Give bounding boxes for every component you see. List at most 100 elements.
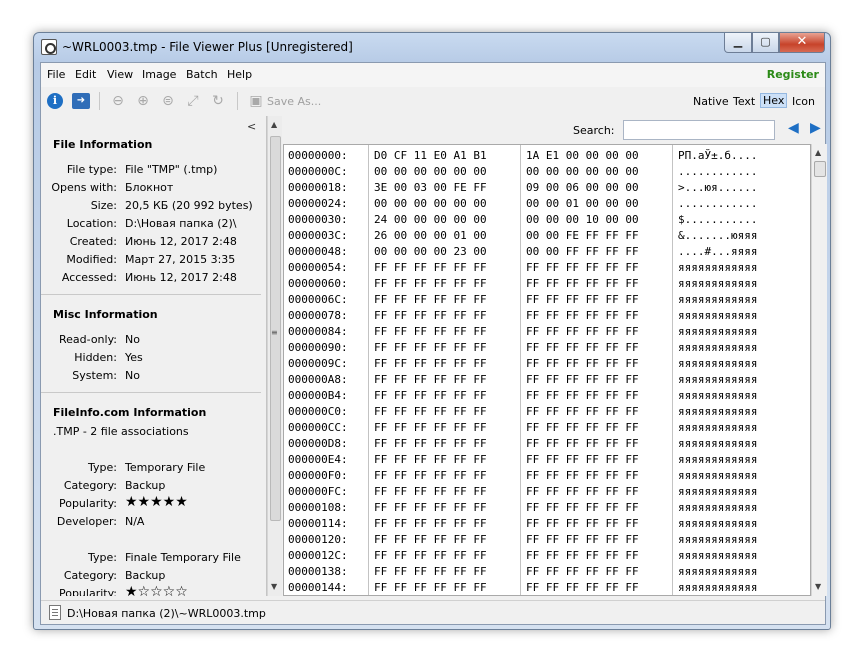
hex-ascii: яяяяяяяяяяяя	[678, 501, 758, 514]
hex-row[interactable]: 000000E4: FF FF FF FF FF FF FF FF FF FF FF…	[284, 453, 810, 469]
save-as-button[interactable]: Save As...	[267, 95, 321, 108]
toolbar: i ➜ ⊖ ⊕ ⊜ ⤢ ↻ ▣ Save As... Native Text H…	[41, 87, 825, 115]
hex-row[interactable]: 00000114: FF FF FF FF FF FF FF FF FF FF FF…	[284, 517, 810, 533]
hex-bytes: FF FF FF FF FF FF	[526, 293, 639, 306]
scroll-up-icon[interactable]: ▲	[271, 120, 277, 129]
hex-row[interactable]: 000000B4: FF FF FF FF FF FF FF FF FF FF FF…	[284, 389, 810, 405]
hex-row[interactable]: 00000108: FF FF FF FF FF FF FF FF FF FF FF…	[284, 501, 810, 517]
hex-row[interactable]: 00000000: D0 CF 11 E0 A1 B1 1A E1 00 00 00…	[284, 149, 810, 165]
actual-size-icon[interactable]: ⊜	[159, 93, 177, 109]
hex-row[interactable]: 000000CC: FF FF FF FF FF FF FF FF FF FF FF…	[284, 421, 810, 437]
info-value: Блокнот	[125, 181, 174, 194]
hex-row[interactable]: 00000060: FF FF FF FF FF FF FF FF FF FF FF…	[284, 277, 810, 293]
info-label: Type:	[88, 461, 117, 474]
hex-row[interactable]: 000000A8: FF FF FF FF FF FF FF FF FF FF FF…	[284, 373, 810, 389]
hex-ascii: яяяяяяяяяяяя	[678, 485, 758, 498]
minimize-button[interactable]: ▁	[724, 33, 752, 53]
hex-row[interactable]: 000000D8: FF FF FF FF FF FF FF FF FF FF FF…	[284, 437, 810, 453]
hex-row[interactable]: 0000012C: FF FF FF FF FF FF FF FF FF FF FF…	[284, 549, 810, 565]
hex-bytes: 00 00 00 10 00 00	[526, 213, 639, 226]
sidebar-scrollbar[interactable]: ▲ ≡ ▼	[267, 116, 282, 596]
hex-offset: 00000054:	[288, 261, 348, 274]
menu-batch[interactable]: Batch	[186, 68, 218, 81]
hex-row[interactable]: 00000054: FF FF FF FF FF FF FF FF FF FF FF…	[284, 261, 810, 277]
hex-row[interactable]: 00000018: 3E 00 03 00 FE FF 09 00 06 00 00…	[284, 181, 810, 197]
hex-ascii: $...........	[678, 213, 758, 226]
zoom-in-icon[interactable]: ⊕	[134, 93, 152, 109]
hex-row[interactable]: 0000009C: FF FF FF FF FF FF FF FF FF FF FF…	[284, 357, 810, 373]
scroll-down-icon[interactable]: ▼	[271, 582, 277, 591]
tab-native[interactable]: Native	[693, 95, 729, 108]
hex-offset: 0000000C:	[288, 165, 348, 178]
hex-offset: 00000144:	[288, 581, 348, 594]
app-icon[interactable]	[41, 39, 57, 55]
maximize-button[interactable]: ▢	[752, 33, 779, 53]
title-bar[interactable]: ~WRL0003.tmp - File Viewer Plus [Unregis…	[34, 33, 830, 61]
hex-bytes: FF FF FF FF FF FF	[374, 437, 487, 450]
tab-hex[interactable]: Hex	[760, 93, 788, 108]
hex-bytes: 00 00 00 00 00 00	[526, 165, 639, 178]
hex-row[interactable]: 00000138: FF FF FF FF FF FF FF FF FF FF FF…	[284, 565, 810, 581]
hex-offset: 000000FC:	[288, 485, 348, 498]
rotate-icon[interactable]: ↻	[209, 93, 227, 109]
hex-row[interactable]: 00000144: FF FF FF FF FF FF FF FF FF FF FF…	[284, 581, 810, 595]
close-button[interactable]: ✕	[779, 33, 825, 53]
hex-row[interactable]: 00000090: FF FF FF FF FF FF FF FF FF FF FF…	[284, 341, 810, 357]
hex-bytes: 3E 00 03 00 FE FF	[374, 181, 487, 194]
column-divider	[672, 145, 673, 595]
hex-row[interactable]: 00000084: FF FF FF FF FF FF FF FF FF FF FF…	[284, 325, 810, 341]
hex-ascii: яяяяяяяяяяяя	[678, 261, 758, 274]
menu-help[interactable]: Help	[227, 68, 252, 81]
hex-bytes: 00 00 00 00 00 00	[374, 197, 487, 210]
info-value: No	[125, 333, 140, 346]
hex-scrollbar[interactable]: ▲ ▼	[811, 144, 827, 596]
collapse-sidebar-button[interactable]: <	[247, 120, 256, 133]
hex-row[interactable]: 00000030: 24 00 00 00 00 00 00 00 00 10 00…	[284, 213, 810, 229]
hex-row[interactable]: 000000FC: FF FF FF FF FF FF FF FF FF FF FF…	[284, 485, 810, 501]
hex-row[interactable]: 00000024: 00 00 00 00 00 00 00 00 01 00 00…	[284, 197, 810, 213]
menu-view[interactable]: View	[107, 68, 133, 81]
info-icon[interactable]: i	[47, 93, 63, 109]
register-link[interactable]: Register	[767, 68, 819, 81]
hex-bytes: FF FF FF FF FF FF	[374, 405, 487, 418]
save-icon[interactable]: ▣	[247, 93, 265, 109]
hex-row[interactable]: 0000000C: 00 00 00 00 00 00 00 00 00 00 00…	[284, 165, 810, 181]
search-input[interactable]	[623, 120, 775, 140]
zoom-out-icon[interactable]: ⊖	[109, 93, 127, 109]
hex-row[interactable]: 000000F0: FF FF FF FF FF FF FF FF FF FF FF…	[284, 469, 810, 485]
scroll-down-icon[interactable]: ▼	[815, 582, 821, 591]
export-icon[interactable]: ➜	[72, 93, 90, 109]
hex-row[interactable]: 000000C0: FF FF FF FF FF FF FF FF FF FF FF…	[284, 405, 810, 421]
hex-row[interactable]: 00000078: FF FF FF FF FF FF FF FF FF FF FF…	[284, 309, 810, 325]
hex-bytes: FF FF FF FF FF FF	[374, 293, 487, 306]
hex-bytes: FF FF FF FF FF FF	[526, 581, 639, 594]
info-value: Yes	[125, 351, 143, 364]
file-icon	[49, 605, 61, 620]
hex-view[interactable]: 00000000: D0 CF 11 E0 A1 B1 1A E1 00 00 00…	[283, 144, 811, 596]
hex-bytes: FF FF FF FF FF FF	[374, 453, 487, 466]
column-divider	[520, 145, 521, 595]
menu-edit[interactable]: Edit	[75, 68, 96, 81]
hex-row[interactable]: 00000048: 00 00 00 00 23 00 00 00 FF FF FF…	[284, 245, 810, 261]
info-label: Popularity:	[58, 587, 117, 596]
menu-file[interactable]: File	[47, 68, 65, 81]
tab-text[interactable]: Text	[733, 95, 755, 108]
tab-icon[interactable]: Icon	[792, 95, 815, 108]
hex-ascii: яяяяяяяяяяяя	[678, 389, 758, 402]
search-next-icon[interactable]: ▶	[810, 120, 821, 136]
info-value: D:\Новая папка (2)\	[125, 217, 237, 230]
menu-image[interactable]: Image	[142, 68, 176, 81]
scroll-thumb[interactable]	[814, 161, 826, 177]
hex-offset: 00000024:	[288, 197, 348, 210]
hex-row[interactable]: 0000003C: 26 00 00 00 01 00 00 00 FE FF FF…	[284, 229, 810, 245]
fit-window-icon[interactable]: ⤢	[184, 93, 202, 109]
hex-bytes: 00 00 00 00 00 00	[374, 165, 487, 178]
hex-bytes: FF FF FF FF FF FF	[374, 325, 487, 338]
hex-bytes: 1A E1 00 00 00 00	[526, 149, 639, 162]
hex-offset: 000000C0:	[288, 405, 348, 418]
search-prev-icon[interactable]: ◀	[788, 120, 799, 136]
hex-row[interactable]: 0000006C: FF FF FF FF FF FF FF FF FF FF FF…	[284, 293, 810, 309]
info-label: Category:	[63, 569, 117, 582]
hex-row[interactable]: 00000120: FF FF FF FF FF FF FF FF FF FF FF…	[284, 533, 810, 549]
scroll-up-icon[interactable]: ▲	[815, 148, 821, 157]
